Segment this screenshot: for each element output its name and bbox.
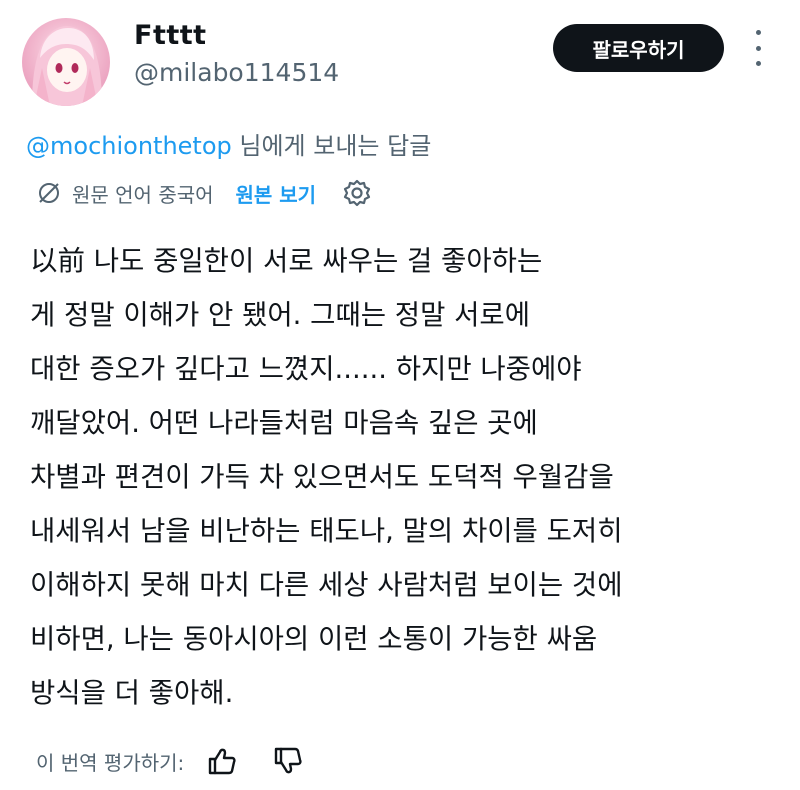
translation-bar: 원문 언어 중국어 원본 보기 — [36, 176, 372, 210]
tweet-text-line: 깨달았어. 어떤 나라들처럼 마음속 깊은 곳에 — [30, 407, 538, 439]
thumbs-up-icon[interactable] — [206, 745, 238, 777]
rate-translation-label: 이 번역 평가하기: — [36, 750, 185, 775]
gear-icon[interactable] — [342, 178, 372, 208]
follow-button[interactable]: 팔로우하기 — [553, 24, 724, 72]
reply-suffix: 님에게 보내는 답글 — [231, 132, 432, 160]
translation-rating: 이 번역 평가하기: — [36, 744, 304, 778]
tweet-text-line: 대한 증오가 깊다고 느꼈지...... 하지만 나중에야 — [30, 353, 582, 385]
reply-mention-link[interactable]: @mochionthetop — [26, 132, 232, 160]
more-icon[interactable] — [748, 30, 768, 66]
tweet-text-line: 방식을 더 좋아해. — [30, 677, 234, 709]
tweet-text-line: 차별과 편견이 가득 차 있으면서도 도덕적 우월감을 — [30, 461, 614, 493]
reply-context: @mochionthetop 님에게 보내는 답글 — [26, 126, 431, 161]
tweet-text-line: 내세워서 남을 비난하는 태도나, 말의 차이를 도저히 — [30, 515, 623, 547]
tweet-text-line: 以前 나도 중일한이 서로 싸우는 걸 좋아하는 — [30, 245, 543, 277]
display-name[interactable]: Ftttt — [134, 20, 207, 51]
tweet-text-line: 게 정말 이해가 안 됐어. 그때는 정말 서로에 — [30, 299, 531, 331]
avatar-image — [32, 26, 102, 106]
user-handle[interactable]: @milabo114514 — [134, 58, 339, 87]
tweet-text: 以前 나도 중일한이 서로 싸우는 걸 좋아하는 게 정말 이해가 안 됐어. … — [30, 234, 780, 720]
translate-icon — [39, 183, 59, 203]
tweet-text-line: 비하면, 나는 동아시아의 이런 소통이 가능한 싸움 — [30, 623, 598, 655]
tweet-text-line: 이해하지 못해 마치 다른 세상 사람처럼 보이는 것에 — [30, 569, 623, 601]
thumbs-down-icon[interactable] — [272, 745, 304, 777]
avatar[interactable] — [22, 18, 110, 106]
show-original-link[interactable]: 원본 보기 — [236, 179, 317, 208]
original-language-label: 원문 언어 중국어 — [72, 182, 214, 207]
